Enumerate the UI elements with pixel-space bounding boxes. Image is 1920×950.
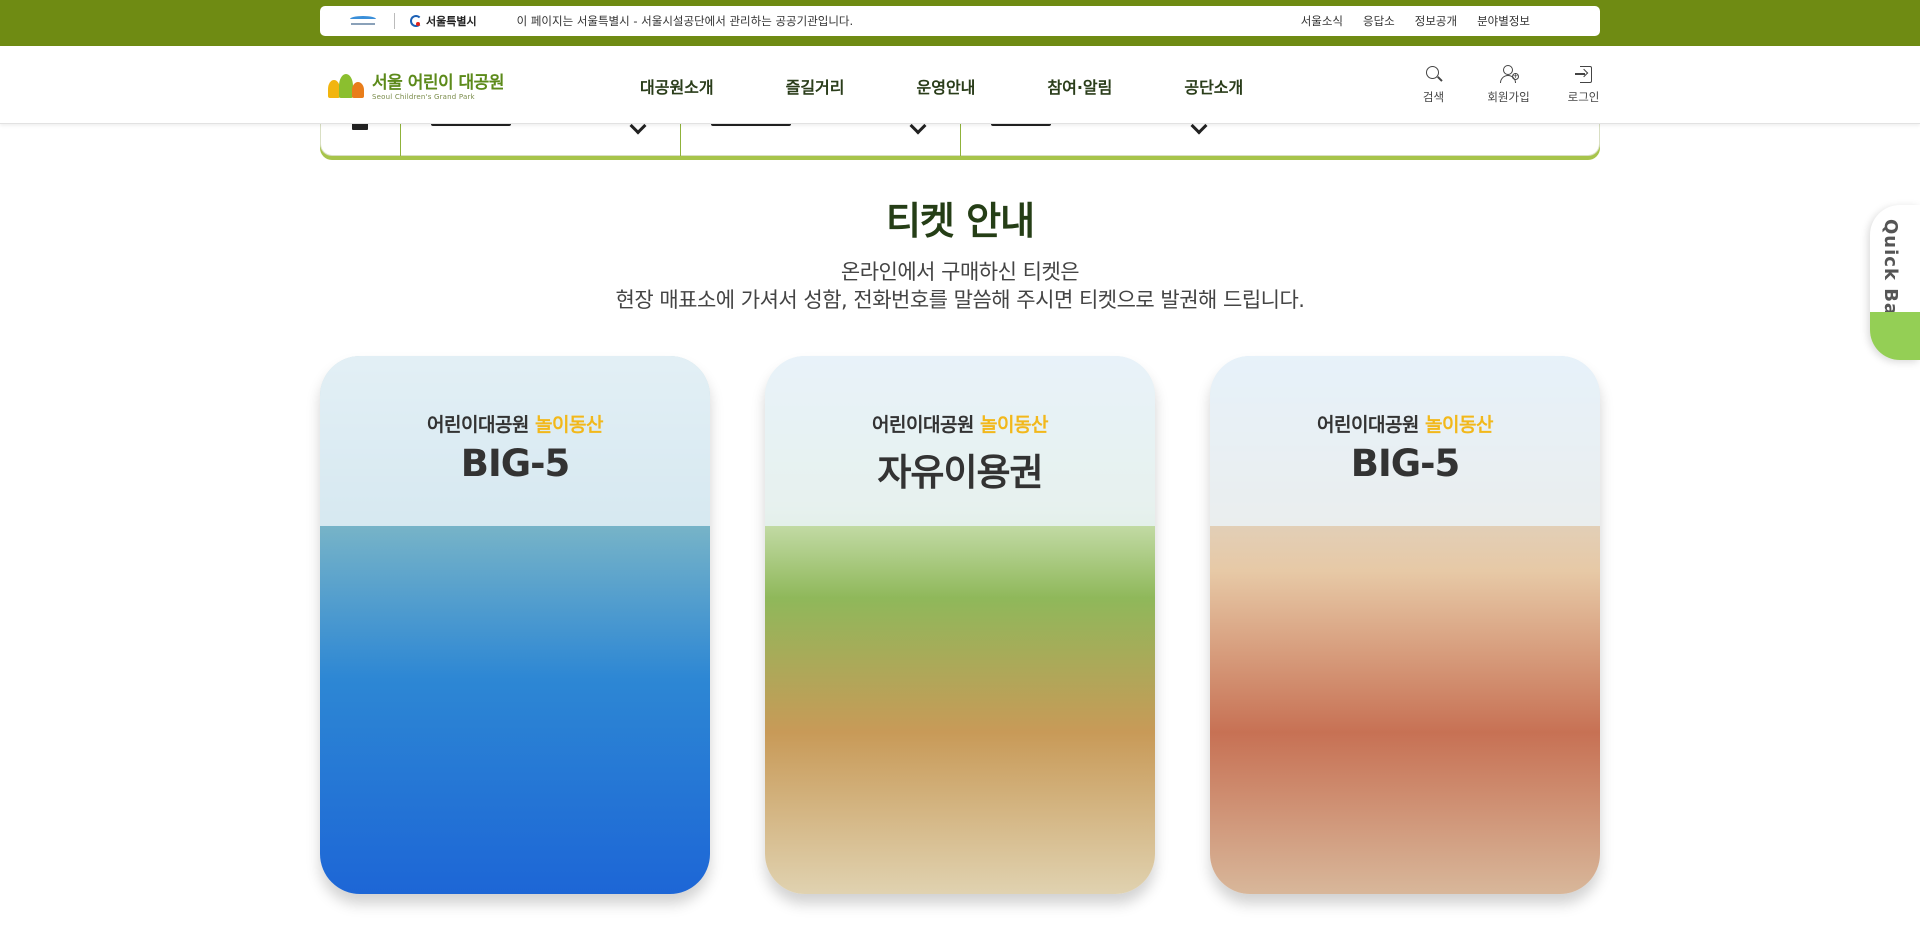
logo-title: 서울 어린이 대공원: [372, 73, 504, 93]
description-line-2: 현장 매표소에 가셔서 성함, 전화번호를 말씀해 주시면 티켓으로 발권해 드…: [615, 288, 1306, 312]
quick-bar-label: Quick Bar: [1880, 219, 1901, 326]
seoul-mark-icon: [409, 14, 423, 28]
quick-bar[interactable]: Quick Bar: [1870, 205, 1920, 360]
site-header: 서울 어린이 대공원 Seoul Children's Grand Park 대…: [0, 46, 1920, 124]
card-header: [1210, 356, 1600, 526]
page-description: 온라인에서 구매하신 티켓은 현장 매표소에 가셔서 성함, 전화번호를 말씀해…: [0, 258, 1920, 314]
nav-attractions[interactable]: 즐길거리: [786, 74, 845, 98]
login-label: 로그인: [1567, 90, 1600, 104]
card-ticket-name: 자유이용권: [877, 451, 1043, 494]
user-add-icon: +: [1499, 64, 1519, 84]
search-button[interactable]: 검색: [1396, 64, 1471, 105]
quick-bar-tab[interactable]: [1870, 312, 1920, 360]
park-logo-icon: [326, 70, 366, 100]
util-menu: 검색 + 회원가입 로그인: [1396, 64, 1621, 105]
link-info-disclosure[interactable]: 정보공개: [1415, 13, 1457, 29]
card-subtitle: 어린이대공원 놀이동산: [872, 414, 1048, 436]
nav-participation[interactable]: 참여·알림: [1047, 74, 1112, 98]
agency-logo-icon[interactable]: [348, 14, 380, 28]
card-subtitle: 어린이대공원 놀이동산: [1317, 414, 1493, 436]
top-utility-bar: 서울특별시 이 페이지는 서울특별시 - 서울시설공단에서 관리하는 공공기관입…: [0, 0, 1920, 46]
ticket-card-free-pass[interactable]: 어린이대공원 놀이동산 자유이용권: [765, 356, 1155, 894]
nav-park-intro[interactable]: 대공원소개: [640, 74, 714, 98]
search-label: 검색: [1422, 90, 1445, 104]
topbar-notice: 이 페이지는 서울특별시 - 서울시설공단에서 관리하는 공공기관입니다.: [516, 14, 854, 28]
gov-logos: 서울특별시: [348, 13, 477, 29]
topbar-inner: 서울특별시 이 페이지는 서울특별시 - 서울시설공단에서 관리하는 공공기관입…: [320, 6, 1600, 36]
topbar-links: 서울소식 응답소 정보공개 분야별정보: [1301, 13, 1530, 29]
search-icon: [1424, 64, 1444, 84]
card-ticket-name: BIG-5: [460, 442, 570, 485]
site-logo[interactable]: 서울 어린이 대공원 Seoul Children's Grand Park: [326, 68, 504, 101]
nav-corporation-intro[interactable]: 공단소개: [1184, 74, 1243, 98]
login-icon: [1574, 64, 1594, 84]
card-header: [320, 356, 710, 526]
ticket-card-big5-1[interactable]: 어린이대공원 놀이동산 BIG-5: [320, 356, 710, 894]
description-line-1: 온라인에서 구매하신 티켓은: [840, 260, 1080, 284]
signup-label: 회원가입: [1487, 90, 1530, 104]
card-ticket-name: BIG-5: [1350, 442, 1460, 485]
link-seoul-news[interactable]: 서울소식: [1301, 13, 1343, 29]
main-nav: 대공원소개 즐길거리 운영안내 참여·알림 공단소개: [640, 74, 1315, 98]
ticket-card-big5-2[interactable]: 어린이대공원 놀이동산 BIG-5: [1210, 356, 1600, 894]
seoul-logo[interactable]: 서울특별시: [409, 13, 477, 29]
link-eungdapso[interactable]: 응답소: [1363, 13, 1395, 29]
card-header: [765, 356, 1155, 526]
nav-operation-guide[interactable]: 운영안내: [917, 74, 976, 98]
link-field-info[interactable]: 분야별정보: [1477, 13, 1530, 29]
card-subtitle: 어린이대공원 놀이동산: [427, 414, 603, 436]
seoul-logo-label: 서울특별시: [426, 15, 477, 28]
page-title: 티켓 안내: [885, 199, 1035, 243]
signup-button[interactable]: + 회원가입: [1471, 64, 1546, 105]
login-button[interactable]: 로그인: [1546, 64, 1621, 105]
divider: [394, 13, 395, 29]
logo-subtitle: Seoul Children's Grand Park: [372, 93, 475, 101]
